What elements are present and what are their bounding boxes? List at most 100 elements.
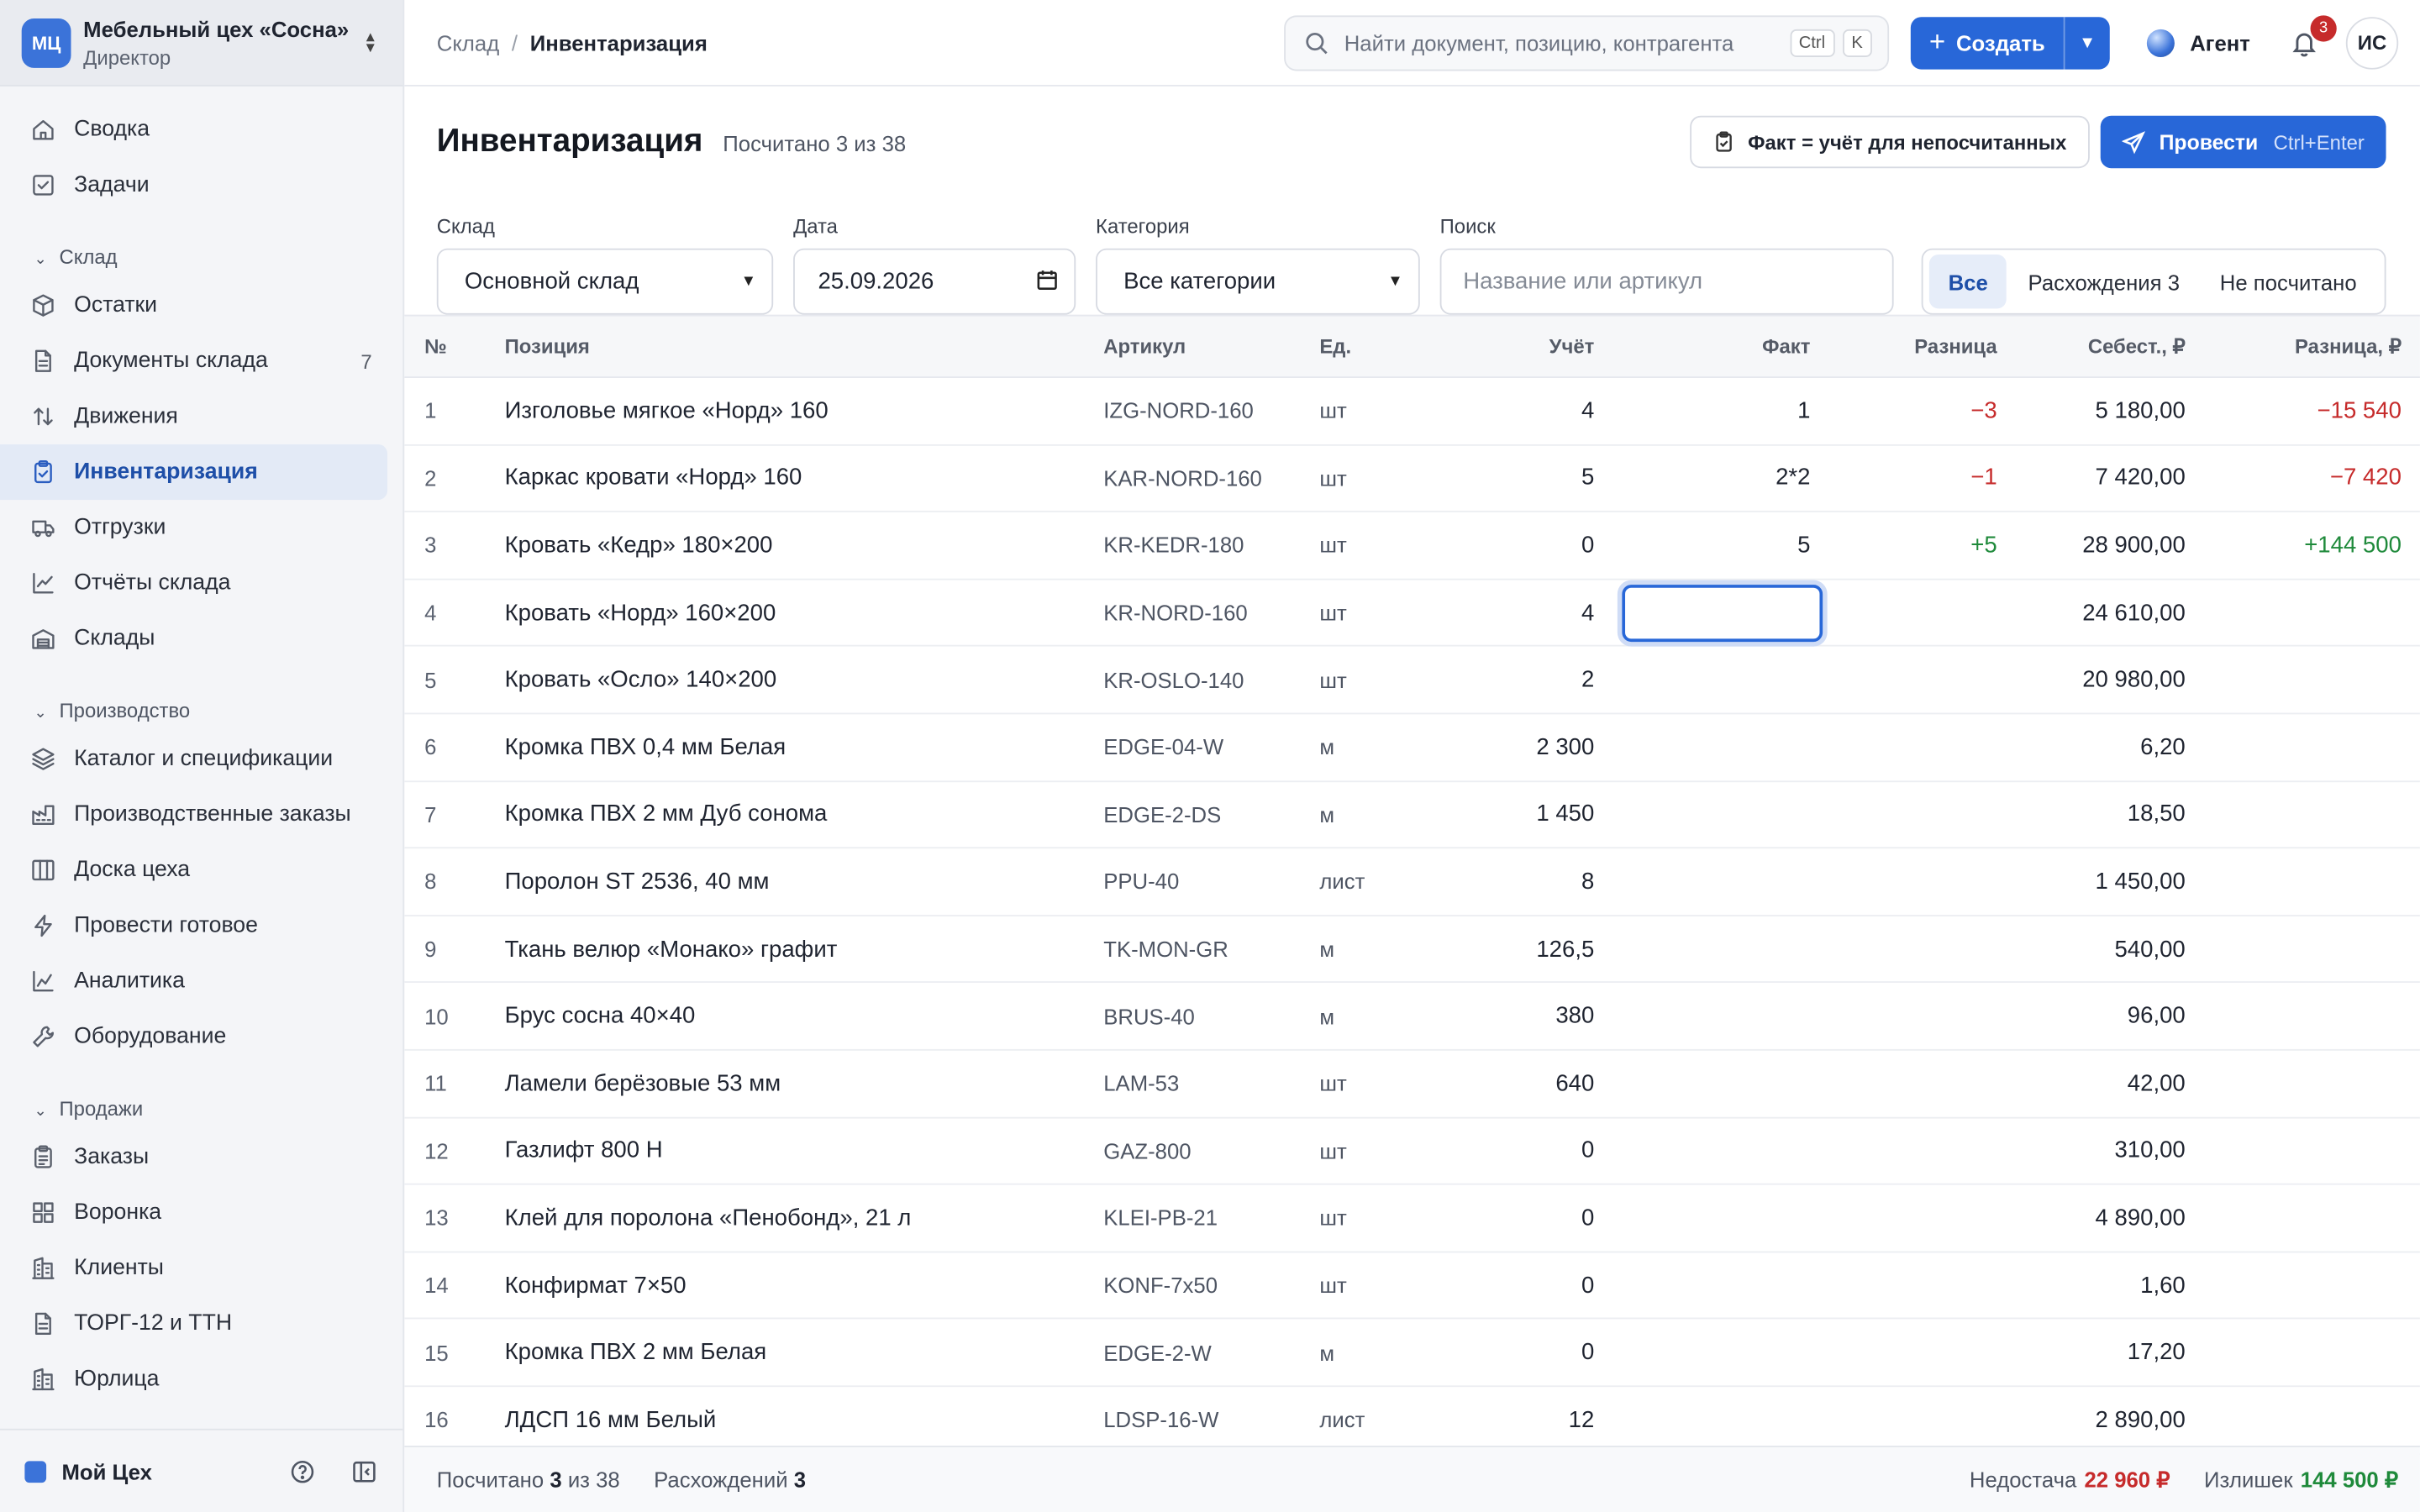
calendar-icon[interactable]	[1035, 268, 1059, 296]
table-row[interactable]: 5 Кровать «Осло» 140×200 KR-OSLO-140 шт 2 20 …	[404, 647, 2420, 715]
summary-counted-prefix: Посчитано	[436, 1467, 544, 1493]
table-row[interactable]: 10 Брус сосна 40×40 BRUS-40 м 380 96,00	[404, 984, 2420, 1051]
cell-unit: шт	[1319, 600, 1347, 626]
box-icon	[31, 293, 55, 318]
sidebar-item-1-5[interactable]: Оборудование	[0, 1009, 402, 1064]
table-row[interactable]: 11 Ламели берёзовые 53 мм LAM-53 шт 640 42,00	[404, 1051, 2420, 1118]
category-select[interactable]: Все категории ▼	[1096, 248, 1420, 315]
sidebar-item-0-5[interactable]: Отчёты склада	[0, 555, 402, 611]
columns-icon	[31, 858, 55, 882]
sidebar-item-0-4[interactable]: Отгрузки	[0, 500, 402, 555]
cell-fact[interactable]: 1	[1594, 397, 1810, 423]
chevron-down-icon[interactable]: ▼	[2063, 16, 2110, 69]
create-button-main[interactable]: + Создать	[1911, 16, 2064, 68]
task-icon	[31, 173, 55, 197]
cell-accounted: 2	[1581, 666, 1595, 693]
sidebar-section-header[interactable]: ⌄ Продажи	[0, 1077, 402, 1129]
post-button[interactable]: Провести Ctrl+Enter	[2100, 115, 2386, 169]
avatar[interactable]: ИС	[2345, 16, 2399, 69]
sidebar-item-0-2[interactable]: Движения	[0, 389, 402, 444]
cell-unit: м	[1319, 1004, 1335, 1029]
plus-icon: +	[1928, 26, 1946, 57]
create-button[interactable]: + Создать ▼	[1910, 16, 2110, 69]
cell-unit: м	[1319, 936, 1335, 962]
chevron-up-down-icon[interactable]: ▴ ▾	[360, 28, 381, 55]
table-row[interactable]: 13 Клей для поролона «Пенобонд», 21 л KLEI…	[404, 1185, 2420, 1252]
date-input[interactable]: 25.09.2026	[793, 248, 1076, 315]
agent-button[interactable]: Агент	[2146, 28, 2250, 57]
col-header-cost[interactable]: Себест., ₽	[1997, 334, 2186, 359]
sidebar-item-0-0[interactable]: Остатки	[0, 278, 402, 333]
table-row[interactable]: 14 Конфирмат 7×50 KONF-7x50 шт 0 1,60	[404, 1252, 2420, 1320]
table-row[interactable]: 7 Кромка ПВХ 2 мм Дуб сонома EDGE-2-DS м 1 4…	[404, 781, 2420, 849]
cell-diff-rub: −7 420	[2329, 465, 2402, 491]
warehouse-select[interactable]: Основной склад ▼	[436, 248, 774, 315]
table-row[interactable]: 12 Газлифт 800 Н GAZ-800 шт 0 310,00	[404, 1118, 2420, 1185]
date-filter: Дата 25.09.2026	[793, 214, 1076, 315]
fact-equals-accounted-button[interactable]: Факт = учёт для непосчитанных	[1689, 115, 2090, 169]
chevron-down-icon: ▼	[1387, 273, 1403, 291]
col-header-name[interactable]: Позиция	[485, 335, 1104, 359]
sidebar-item-label: Заказы	[74, 1144, 150, 1170]
sidebar-item-2-3[interactable]: ТОРГ-12 и ТТН	[0, 1296, 402, 1352]
cell-accounted: 2 300	[1536, 733, 1595, 761]
cell-no: 6	[424, 734, 437, 760]
sidebar-item-2-0[interactable]: Заказы	[0, 1129, 402, 1184]
table-row[interactable]: 4 Кровать «Норд» 160×200 KR-NORD-160 шт 4 24 …	[404, 580, 2420, 648]
sidebar-item-1-1[interactable]: Производственные заказы	[0, 787, 402, 843]
table-row[interactable]: 3 Кровать «Кедр» 180×200 KR-KEDR-180 шт 0 5 +5…	[404, 512, 2420, 580]
breadcrumb-parent[interactable]: Склад	[437, 30, 499, 55]
bell-icon[interactable]: 3	[2291, 14, 2337, 56]
sidebar-item-label: Отгрузки	[74, 515, 166, 540]
sidebar-item-label: Аналитика	[74, 969, 186, 994]
cell-sku: BRUS-40	[1103, 1004, 1195, 1029]
table-row[interactable]: 2 Каркас кровати «Норд» 160 KAR-NORD-160 шт…	[404, 445, 2420, 513]
filter-discrepancies-tab[interactable]: Расхождения 3	[2009, 255, 2198, 308]
sidebar-item-1-3[interactable]: Провести готовое	[0, 898, 402, 953]
sidebar-item-0-3[interactable]: Инвентаризация	[0, 444, 388, 501]
collapse-sidebar-icon[interactable]	[350, 1457, 378, 1485]
sidebar-section-header[interactable]: ⌄ Склад	[0, 225, 402, 277]
sidebar-item-0-1[interactable]: Документы склада 7	[0, 333, 402, 389]
sidebar-section-header[interactable]: ⌄ Производство	[0, 679, 402, 731]
sidebar-item-1-0[interactable]: Каталог и спецификации	[0, 732, 402, 787]
sidebar-item-0-6[interactable]: Склады	[0, 611, 402, 666]
col-header-accounted[interactable]: Учёт	[1413, 335, 1595, 359]
table-row[interactable]: 9 Ткань велюр «Монако» графит TK-MON-GR м 12…	[404, 916, 2420, 984]
workspace-name[interactable]: Мой Цех	[61, 1459, 255, 1483]
filter-uncounted-tab[interactable]: Не посчитано	[2202, 255, 2375, 308]
sidebar-item-2-1[interactable]: Воронка	[0, 1185, 402, 1241]
global-search[interactable]: Ctrl K	[1284, 14, 1890, 71]
filter-all-tab[interactable]: Все	[1929, 255, 2007, 309]
sidebar-item-2-4[interactable]: Юрлица	[0, 1352, 402, 1407]
table-row[interactable]: 6 Кромка ПВХ 0,4 мм Белая EDGE-04-W м 2 300 6…	[404, 714, 2420, 782]
col-header-diff-rub[interactable]: Разница, ₽	[2186, 334, 2402, 359]
sidebar-item-top-0[interactable]: Сводка	[0, 102, 402, 157]
table-row[interactable]: 15 Кромка ПВХ 2 мм Белая EDGE-2-W м 0 17,20	[404, 1320, 2420, 1388]
table-row[interactable]: 8 Поролон ST 2536, 40 мм PPU-40 лист 8 1 450,…	[404, 848, 2420, 916]
sidebar-item-1-2[interactable]: Доска цеха	[0, 843, 402, 898]
analytics-icon	[31, 969, 55, 993]
col-header-diff[interactable]: Разница	[1810, 335, 1996, 359]
cell-fact[interactable]: 2*2	[1594, 465, 1810, 491]
table-row[interactable]: 1 Изголовье мягкое «Норд» 160 IZG-NORD-160…	[404, 378, 2420, 446]
cell-unit: шт	[1319, 398, 1347, 423]
table-row[interactable]: 16 ЛДСП 16 мм Белый LDSP-16-W лист 12 2 890,0…	[404, 1387, 2420, 1455]
chevron-down-icon: ⌄	[34, 251, 47, 269]
sidebar-item-label: Инвентаризация	[74, 459, 258, 485]
help-icon[interactable]	[288, 1457, 316, 1485]
col-header-sku[interactable]: Артикул	[1103, 335, 1319, 359]
col-header-no: №	[424, 334, 447, 359]
cell-name: Конфирмат 7×50	[504, 1272, 687, 1299]
sidebar-item-1-4[interactable]: Аналитика	[0, 953, 402, 1009]
item-search-input[interactable]: Название или артикул	[1439, 248, 1894, 315]
cell-cost: 96,00	[2127, 1003, 2186, 1030]
org-switcher[interactable]: МЦ Мебельный цех «Сосна» Директор ▴ ▾	[0, 0, 403, 87]
col-header-fact[interactable]: Факт	[1594, 335, 1810, 359]
cell-unit: шт	[1319, 1138, 1347, 1163]
cell-fact[interactable]: 5	[1594, 533, 1810, 559]
sidebar-item-2-2[interactable]: Клиенты	[0, 1241, 402, 1296]
global-search-input[interactable]	[1344, 29, 1782, 55]
fact-input[interactable]	[1622, 584, 1823, 642]
sidebar-item-top-1[interactable]: Задачи	[0, 157, 402, 213]
